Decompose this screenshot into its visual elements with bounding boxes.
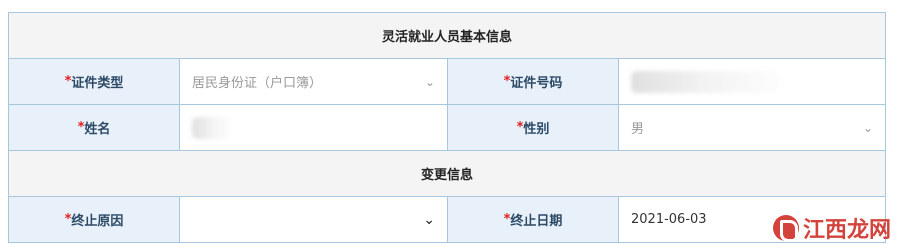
chevron-down-icon: ⌄	[423, 211, 435, 228]
watermark: 江西龙网	[772, 212, 891, 244]
name-label-text: 姓名	[84, 122, 111, 137]
gender-label: * 性别	[448, 105, 619, 150]
chevron-down-icon: ⌄	[862, 120, 873, 135]
required-mark: *	[503, 212, 511, 227]
id-type-value: 居民身份证（户口簿）	[192, 76, 323, 91]
form-row: * 姓名 * 性别 男 ⌄	[9, 105, 885, 151]
gender-label-text: 性别	[523, 122, 550, 137]
section-header-change: 变更信息	[9, 151, 885, 197]
watermark-text: 江西龙网	[802, 218, 891, 243]
redacted-name	[192, 116, 232, 139]
gender-value: 男	[631, 122, 645, 137]
date-label: * 终止日期	[448, 197, 619, 242]
id-type-select[interactable]: 居民身份证（户口簿） ⌄	[180, 59, 448, 104]
redacted-id-number	[631, 70, 781, 93]
date-label-text: 终止日期	[510, 214, 563, 229]
required-mark: *	[64, 74, 72, 89]
reason-label: * 终止原因	[9, 197, 180, 242]
id-number-label: * 证件号码	[448, 59, 619, 104]
name-field[interactable]	[180, 105, 448, 150]
form-row: * 证件类型 居民身份证（户口簿） ⌄ * 证件号码	[9, 59, 885, 105]
section-title-change: 变更信息	[9, 151, 885, 196]
id-number-label-text: 证件号码	[510, 76, 563, 91]
required-mark: *	[503, 74, 511, 89]
gender-select[interactable]: 男 ⌄	[619, 105, 885, 150]
section-title-basic: 灵活就业人员基本信息	[9, 13, 885, 58]
required-mark: *	[64, 212, 72, 227]
date-value: 2021-06-03	[631, 212, 707, 227]
reason-label-text: 终止原因	[71, 214, 124, 229]
id-type-label: * 证件类型	[9, 59, 180, 104]
required-mark: *	[516, 120, 524, 135]
form-table: 灵活就业人员基本信息 * 证件类型 居民身份证（户口簿） ⌄ * 证件号码 * …	[8, 12, 886, 243]
watermark-logo-icon	[772, 215, 799, 242]
id-type-label-text: 证件类型	[71, 76, 124, 91]
form-row: * 终止原因 ⌄ * 终止日期 2021-06-03	[9, 197, 885, 242]
name-label: * 姓名	[9, 105, 180, 150]
id-number-field[interactable]	[619, 59, 885, 104]
section-header-basic: 灵活就业人员基本信息	[9, 13, 885, 59]
reason-select[interactable]: ⌄	[180, 197, 448, 242]
chevron-down-icon: ⌄	[424, 74, 435, 89]
